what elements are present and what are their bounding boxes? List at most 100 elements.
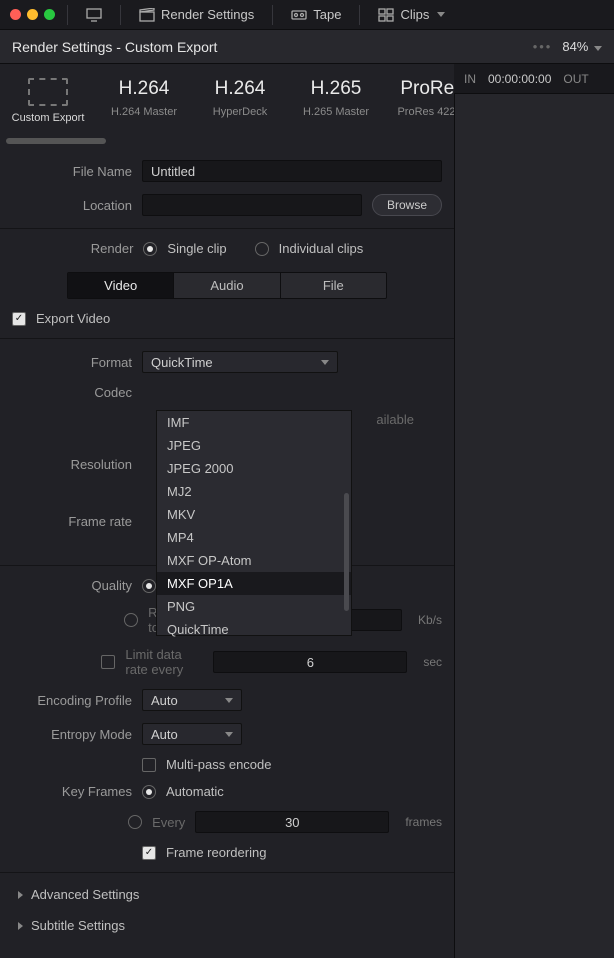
out-label: OUT [563,72,588,86]
format-option[interactable]: MXF OP-Atom [157,549,351,572]
limit-rate-input[interactable] [213,651,407,673]
format-option[interactable]: MP4 [157,526,351,549]
multipass-checkbox[interactable] [142,758,156,772]
tab-file[interactable]: File [280,273,386,298]
tape-icon [291,8,307,22]
divider [67,5,68,25]
keyframes-auto-radio[interactable] [142,785,156,799]
render-settings-button[interactable]: Render Settings [133,7,260,22]
encoding-profile-select[interactable]: Auto [142,689,242,711]
preset-h264-master[interactable]: H.264 H.264 Master [96,78,192,124]
panel-menu-button[interactable]: ••• [533,39,553,54]
divider [0,872,454,873]
export-video-checkbox[interactable] [12,312,26,326]
clapper-icon [139,8,155,22]
monitor-icon [86,8,102,22]
preset-label: H.264 Master [111,106,177,118]
maximize-window-icon[interactable] [44,9,55,20]
subtitle-settings-label: Subtitle Settings [31,918,125,933]
keyframes-every-input[interactable] [195,811,389,833]
zoom-value[interactable]: 84% [562,39,602,54]
keyframes-every-radio[interactable] [128,815,142,829]
location-input[interactable] [142,194,362,216]
mac-titlebar: Render Settings Tape Clips [0,0,614,30]
format-row: Format QuickTime [0,345,454,379]
format-label: Format [12,355,132,370]
frame-reorder-label: Frame reordering [166,845,266,860]
location-row: Location Browse [0,188,454,222]
chevron-down-icon [321,360,329,365]
encoding-profile-label: Encoding Profile [12,693,132,708]
encoding-profile-row: Encoding Profile Auto [0,683,454,717]
preset-big: H.264 [119,78,170,100]
dropdown-scrollbar[interactable] [344,493,349,611]
preset-hyperdeck[interactable]: H.264 HyperDeck [192,78,288,124]
preset-custom-export[interactable]: Custom Export [0,78,96,124]
chevron-right-icon [18,891,23,899]
keyframes-every-unit: frames [405,815,442,829]
format-option[interactable]: IMF [157,411,351,434]
preset-prores[interactable]: ProRes ProRes 422 H [384,78,454,124]
limit-rate-checkbox[interactable] [101,655,115,669]
panel-header: Render Settings - Custom Export ••• 84% [0,30,614,64]
quality-auto-radio[interactable] [142,579,156,593]
format-dropdown[interactable]: IMFJPEGJPEG 2000MJ2MKVMP4MXF OP-AtomMXF … [156,410,352,636]
quality-label: Quality [12,578,132,593]
format-option[interactable]: JPEG 2000 [157,457,351,480]
format-option[interactable]: MXF OP1A [157,572,351,595]
resolution-label: Resolution [12,457,132,472]
monitor-button[interactable] [80,8,108,22]
tape-label: Tape [313,7,341,22]
timecode-header: IN 00:00:00:00 OUT [454,64,614,94]
preset-h265-master[interactable]: H.265 H.265 Master [288,78,384,124]
quality-restrict-radio[interactable] [124,613,138,627]
divider [0,338,454,339]
codec-row: Codec [0,379,454,406]
format-option[interactable]: MKV [157,503,351,526]
filename-row: File Name [0,154,454,188]
subtitle-settings-section[interactable]: Subtitle Settings [0,910,454,941]
close-window-icon[interactable] [10,9,21,20]
entropy-mode-select[interactable]: Auto [142,723,242,745]
keyframes-row: Key Frames Automatic [0,778,454,805]
filename-input[interactable] [142,160,442,182]
individual-clips-radio[interactable] [255,242,269,256]
preset-label: HyperDeck [213,106,267,118]
location-label: Location [12,198,132,213]
format-option[interactable]: PNG [157,595,351,618]
single-clip-label: Single clip [167,241,226,256]
preset-big: ProRes [400,78,454,100]
preset-scrollbar[interactable] [6,138,106,144]
limit-rate-row: Limit data rate every sec [0,641,454,683]
export-video-row: Export Video [0,305,454,332]
browse-button[interactable]: Browse [372,194,442,216]
tape-button[interactable]: Tape [285,7,347,22]
clips-button[interactable]: Clips [372,7,451,22]
format-option[interactable]: JPEG [157,434,351,457]
format-option[interactable]: QuickTime [157,618,351,641]
preset-big: H.265 [311,78,362,100]
format-option[interactable]: MJ2 [157,480,351,503]
encoding-profile-value: Auto [151,693,178,708]
filename-label: File Name [12,164,132,179]
custom-export-icon [28,78,68,106]
multipass-row: Multi-pass encode [0,751,454,778]
single-clip-radio[interactable] [143,242,157,256]
preset-strip[interactable]: Custom Export H.264 H.264 Master H.264 H… [0,64,454,132]
chevron-down-icon [437,12,445,17]
multipass-label: Multi-pass encode [166,757,272,772]
settings-tabs: Video Audio File [67,272,387,299]
keyframes-label: Key Frames [12,784,132,799]
tab-audio[interactable]: Audio [173,273,279,298]
chevron-down-icon [594,46,602,51]
chevron-right-icon [18,922,23,930]
timecode-value[interactable]: 00:00:00:00 [488,72,551,86]
minimize-window-icon[interactable] [27,9,38,20]
advanced-settings-section[interactable]: Advanced Settings [0,879,454,910]
codec-label: Codec [12,385,132,400]
tab-video[interactable]: Video [68,273,173,298]
keyframes-every-label: Every [152,815,185,830]
export-video-label: Export Video [36,311,110,326]
frame-reorder-checkbox[interactable] [142,846,156,860]
format-select[interactable]: QuickTime [142,351,338,373]
